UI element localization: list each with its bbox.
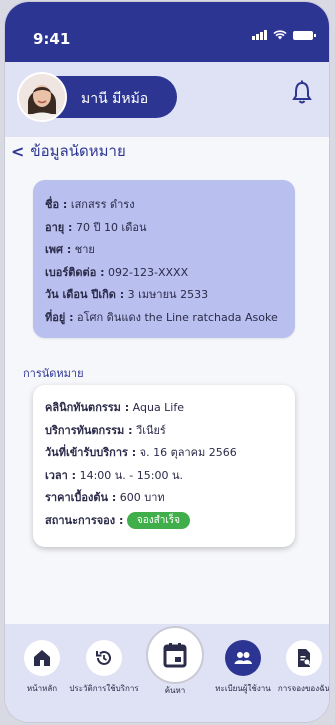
- field-value: 600 บาท: [119, 491, 165, 504]
- nav-label: ทะเบียนผู้ใช้งาน: [215, 684, 271, 693]
- field-label: ที่อยู่ :: [45, 310, 74, 324]
- nav-label: ประวัติการใช้บริการ: [69, 684, 139, 693]
- field-value: จ. 16 ตุลาคม 2566: [139, 446, 237, 459]
- appt-price-row: ราคาเบื้องต้น : 600 บาท: [45, 487, 283, 510]
- field-value: 70 ปี 10 เดือน: [75, 220, 147, 234]
- status-time: 9:41: [33, 30, 71, 48]
- nav-label: การจองของฉัน: [277, 684, 329, 693]
- status-bar: 9:41: [5, 2, 329, 62]
- profile-name: มานี มีหม้อ: [81, 91, 149, 107]
- nav-register[interactable]: ทะเบียนผู้ใช้งาน: [208, 640, 278, 695]
- field-value: วีเนียร์: [136, 423, 166, 437]
- page-title: ข้อมูลนัดหมาย: [30, 142, 126, 160]
- appointment-section-title: การนัดหมาย: [23, 367, 84, 380]
- field-value: ชาย: [74, 243, 95, 256]
- profile-pill[interactable]: มานี มีหม้อ: [17, 72, 177, 122]
- nav-bookings[interactable]: การจองของฉัน: [269, 640, 329, 695]
- chevron-left-icon: <: [11, 141, 25, 161]
- home-icon: [24, 640, 60, 676]
- document-search-icon: [286, 640, 322, 676]
- field-value: 3 เมษายน 2533: [127, 288, 209, 301]
- appointment-card: คลินิกทันตกรรม : Aqua Life บริการทันตกรร…: [33, 385, 295, 547]
- field-label: วัน เดือน ปีเกิด :: [45, 288, 125, 301]
- calendar-icon: [148, 628, 202, 682]
- appt-clinic-row: คลินิกทันตกรรม : Aqua Life: [45, 397, 283, 420]
- history-icon: [86, 640, 122, 676]
- patient-dob-row: วัน เดือน ปีเกิด : 3 เมษายน 2533: [45, 284, 283, 307]
- appt-time-row: เวลา : 14:00 น. - 15:00 น.: [45, 465, 283, 488]
- nav-search[interactable]: ค้นหา: [147, 628, 203, 697]
- bell-icon[interactable]: [291, 80, 313, 106]
- users-icon: [225, 640, 261, 676]
- field-value: Aqua Life: [132, 401, 185, 414]
- patient-phone-row: เบอร์ติดต่อ : 092-123-XXXX: [45, 262, 283, 285]
- field-label: เพศ :: [45, 243, 72, 256]
- signal-icon: [252, 30, 267, 40]
- nav-label: หน้าหลัก: [26, 684, 58, 693]
- bottom-nav: หน้าหลัก ประวัติการใช้บริการ ค้นหา ทะเบี…: [5, 624, 329, 722]
- field-label: ราคาเบื้องต้น :: [45, 491, 117, 504]
- field-label: บริการทันตกรรม :: [45, 423, 133, 437]
- nav-history[interactable]: ประวัติการใช้บริการ: [69, 640, 139, 695]
- phone-screen: 9:41 มานี มีหม้อ < ข้อมูลนัดหมาย ชื่อ: …: [5, 2, 329, 722]
- battery-icon: [293, 30, 316, 40]
- field-label: วันที่เข้ารับบริการ :: [45, 446, 137, 459]
- field-label: ชื่อ :: [45, 198, 68, 211]
- field-label: เวลา :: [45, 468, 77, 482]
- wifi-icon: [273, 30, 287, 40]
- back-button[interactable]: < ข้อมูลนัดหมาย: [11, 139, 126, 163]
- avatar[interactable]: [17, 72, 67, 122]
- appt-service-row: บริการทันตกรรม : วีเนียร์: [45, 420, 283, 443]
- nav-home[interactable]: หน้าหลัก: [7, 640, 77, 695]
- nav-label: ค้นหา: [164, 686, 186, 695]
- patient-info-card: ชื่อ : เสกสรร ดำรง อายุ : 70 ปี 10 เดือน…: [33, 180, 295, 338]
- patient-age-row: อายุ : 70 ปี 10 เดือน: [45, 217, 283, 240]
- appt-status-row: สถานะการจอง : จองสำเร็จ: [45, 510, 283, 533]
- field-label: สถานะการจอง :: [45, 513, 124, 527]
- patient-sex-row: เพศ : ชาย: [45, 239, 283, 262]
- field-label: อายุ :: [45, 220, 73, 234]
- field-value: อโศก ดินแดง the Line ratchada Asoke: [77, 310, 278, 324]
- patient-address-row: ที่อยู่ : อโศก ดินแดง the Line ratchada …: [45, 307, 283, 330]
- field-label: เบอร์ติดต่อ :: [45, 265, 105, 279]
- status-badge: จองสำเร็จ: [126, 512, 190, 529]
- field-value: เสกสรร ดำรง: [70, 198, 135, 211]
- field-value: 14:00 น. - 15:00 น.: [79, 468, 183, 482]
- field-label: คลินิกทันตกรรม :: [45, 401, 130, 414]
- appt-date-row: วันที่เข้ารับบริการ : จ. 16 ตุลาคม 2566: [45, 442, 283, 465]
- field-value: 092-123-XXXX: [108, 265, 189, 279]
- patient-name-row: ชื่อ : เสกสรร ดำรง: [45, 194, 283, 217]
- status-icons: [252, 30, 316, 40]
